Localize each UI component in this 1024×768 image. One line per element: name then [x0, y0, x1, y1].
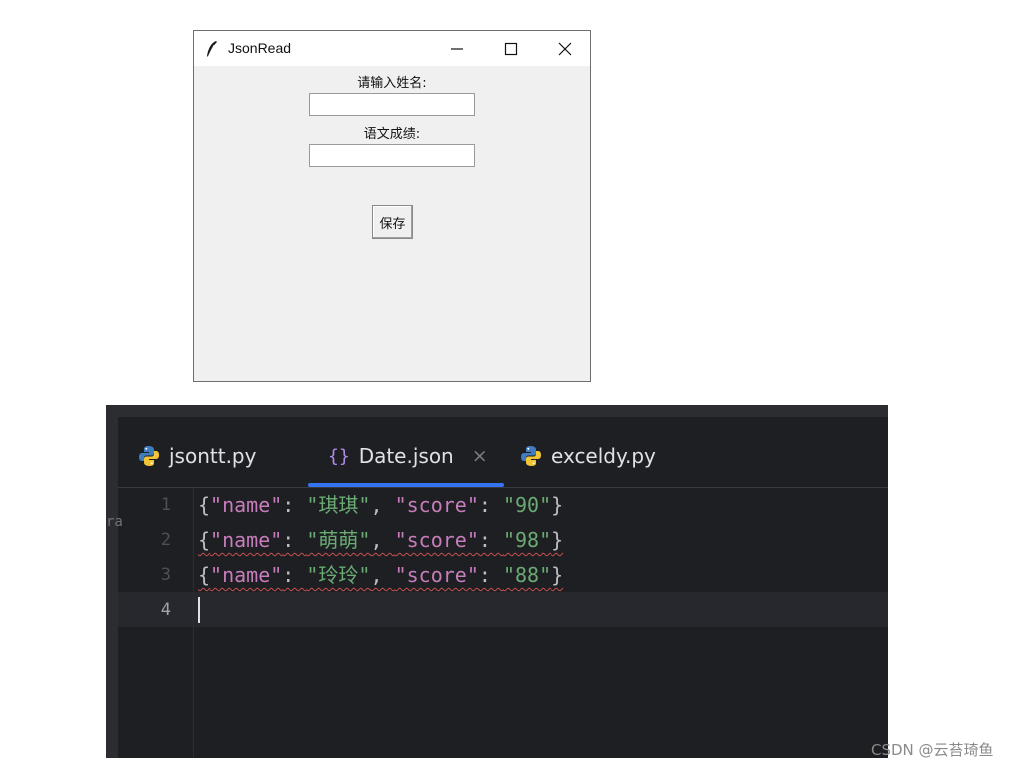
name-label: 请输入姓名:	[357, 76, 427, 91]
minimize-icon	[451, 47, 463, 50]
tk-feather-icon	[207, 41, 217, 58]
line-number-gutter: 1 2 3 4	[118, 488, 194, 758]
tab-label: jsontt.py	[169, 444, 257, 468]
current-line-highlight	[118, 592, 888, 627]
code-line-with-error: {"name": "萌萌", "score": "98"}	[198, 528, 564, 552]
editor-top-strip	[106, 405, 888, 417]
minimize-button[interactable]	[434, 31, 480, 66]
score-label: 语文成绩:	[363, 127, 421, 142]
code-line: {"name": "琪琪", "score": "90"}	[198, 493, 564, 517]
python-icon	[521, 446, 541, 466]
save-button[interactable]: 保存	[372, 205, 413, 239]
name-entry[interactable]	[309, 93, 475, 116]
line-number: 1	[160, 495, 171, 515]
line-number: 3	[160, 565, 171, 585]
window-title: JsonRead	[228, 40, 292, 56]
python-icon	[139, 446, 159, 466]
text-caret	[198, 597, 200, 623]
active-tab-indicator	[308, 483, 504, 487]
code-line-with-error: {"name": "玲玲", "score": "88"}	[198, 563, 564, 587]
csdn-watermark: CSDN @云苔琦鱼	[871, 741, 994, 759]
maximize-button[interactable]	[488, 31, 534, 66]
line-number-current: 4	[160, 600, 171, 620]
project-panel-edge[interactable]: ra	[106, 417, 123, 758]
jsonread-window: JsonRead 请输入姓名: 语文成绩: 保存	[193, 30, 591, 382]
code-area[interactable]: {"name": "琪琪", "score": "90"} {"name": "…	[198, 488, 888, 593]
tab-exceldy-py[interactable]: exceldy.py	[520, 439, 656, 473]
tab-jsontt-py[interactable]: jsontt.py	[138, 439, 256, 473]
editor-tab-bar: jsontt.py {} Date.json × exceldy.py	[118, 417, 888, 488]
close-icon	[558, 42, 572, 55]
tab-close-icon[interactable]: ×	[472, 445, 488, 467]
close-button[interactable]	[542, 31, 588, 66]
line-number: 2	[160, 530, 171, 550]
tab-date-json[interactable]: {} Date.json ×	[328, 439, 488, 473]
tab-label: exceldy.py	[551, 444, 656, 468]
maximize-icon	[504, 42, 518, 55]
code-editor: ra jsontt.py {} Date.json × exceldy.py 1…	[106, 405, 888, 758]
window-content: 请输入姓名: 语文成绩: 保存	[194, 66, 590, 381]
window-titlebar[interactable]: JsonRead	[194, 31, 590, 66]
tab-label: Date.json	[358, 444, 454, 468]
json-braces-icon: {}	[328, 445, 350, 467]
score-entry[interactable]	[309, 144, 475, 167]
